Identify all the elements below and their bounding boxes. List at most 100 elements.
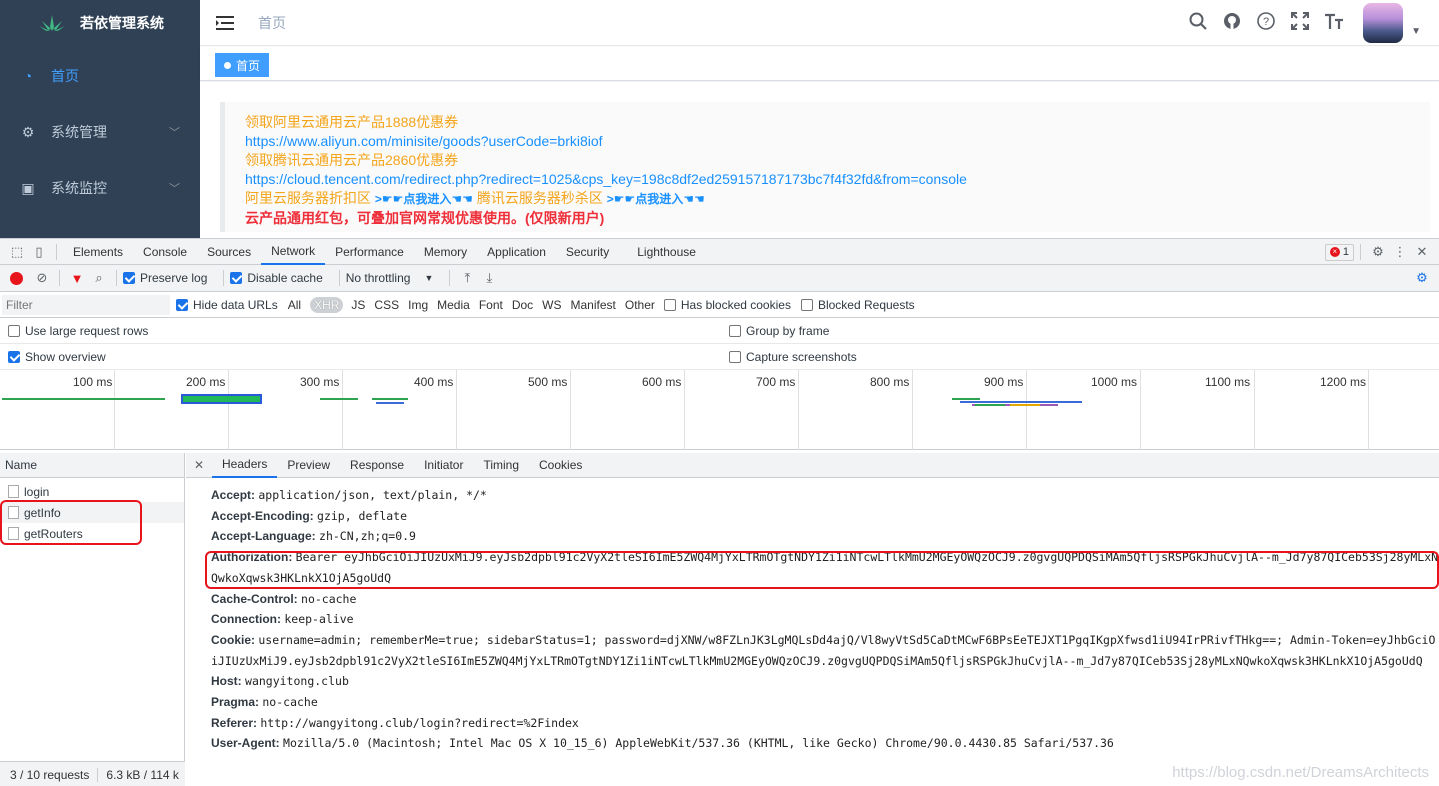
- device-toolbar-icon[interactable]: ▯: [28, 244, 50, 260]
- tab-headers[interactable]: Headers: [212, 453, 278, 478]
- tab-security[interactable]: Security: [556, 239, 619, 265]
- sidebar-item-monitor[interactable]: ▣ 系统监控 ﹀: [0, 160, 200, 216]
- tab-console[interactable]: Console: [133, 239, 197, 265]
- throttling-select[interactable]: No throttling ▼: [346, 271, 434, 285]
- close-icon[interactable]: ✕: [186, 458, 212, 472]
- promo-tencent-link[interactable]: https://cloud.tencent.com/redirect.php?r…: [245, 170, 1430, 189]
- inspect-icon[interactable]: ⬚: [6, 244, 28, 260]
- app-logo[interactable]: 若依管理系统: [0, 0, 200, 46]
- search-icon[interactable]: [1181, 12, 1215, 35]
- filter-xhr[interactable]: XHR: [310, 296, 344, 313]
- filter-media[interactable]: Media: [437, 298, 470, 312]
- timeline-tick-label: 400 ms: [414, 375, 454, 389]
- header-accept-encoding: Accept-Encoding: gzip, deflate: [211, 506, 1439, 527]
- show-overview-checkbox[interactable]: Show overview: [8, 350, 106, 364]
- promo-tencent-text: 领取腾讯云通用云产品2860优惠券: [245, 152, 459, 168]
- settings-gear-icon[interactable]: ⚙: [1367, 244, 1389, 260]
- blocked-requests-checkbox[interactable]: Blocked Requests: [800, 298, 915, 312]
- avatar[interactable]: [1363, 3, 1404, 43]
- caret-down-icon[interactable]: ▼: [1411, 26, 1421, 37]
- fullscreen-icon[interactable]: [1283, 11, 1317, 35]
- tab-application[interactable]: Application: [477, 239, 556, 265]
- divider: [1360, 244, 1361, 260]
- tab-performance[interactable]: Performance: [325, 239, 414, 265]
- header-key: Accept-Language:: [211, 529, 316, 544]
- network-overview-timeline[interactable]: 100 ms 200 ms 300 ms 400 ms 500 ms 600 m…: [0, 370, 1439, 450]
- timeline-bar: [372, 398, 408, 400]
- timeline-tick-label: 200 ms: [186, 375, 226, 389]
- error-badge[interactable]: × 1: [1324, 243, 1354, 261]
- checkbox-icon: [663, 298, 676, 311]
- filter-font[interactable]: Font: [479, 298, 503, 312]
- hide-data-urls-label: Hide data URLs: [193, 297, 278, 312]
- import-icon[interactable]: ⤒: [456, 270, 478, 286]
- tab-elements[interactable]: Elements: [63, 239, 133, 265]
- group-by-frame-checkbox[interactable]: Group by frame: [729, 324, 829, 338]
- tab-response[interactable]: Response: [340, 453, 414, 478]
- options-row-2: Show overview Capture screenshots: [0, 344, 1439, 370]
- filter-manifest[interactable]: Manifest: [571, 298, 616, 312]
- tab-memory[interactable]: Memory: [414, 239, 477, 265]
- header-referer: Referer: http://wangyitong.club/login?re…: [211, 713, 1439, 734]
- name-header-label: Name: [5, 458, 38, 472]
- timeline-tick-label: 1000 ms: [1091, 375, 1138, 389]
- clear-icon[interactable]: ⊘: [31, 270, 53, 286]
- filter-other[interactable]: Other: [625, 298, 655, 312]
- close-icon[interactable]: ✕: [1411, 244, 1433, 260]
- sidebar-item-system[interactable]: ⚙ 系统管理 ﹀: [0, 104, 200, 160]
- grid-line: [798, 370, 799, 450]
- filter-css[interactable]: CSS: [374, 298, 399, 312]
- preserve-log-checkbox[interactable]: Preserve log: [123, 271, 207, 285]
- more-vert-icon[interactable]: ⋮: [1389, 244, 1411, 260]
- checkbox-icon: [230, 272, 243, 284]
- tab-initiator[interactable]: Initiator: [414, 453, 473, 478]
- export-icon[interactable]: ⤓: [478, 270, 500, 286]
- has-blocked-cookies-checkbox[interactable]: Has blocked cookies: [663, 298, 791, 312]
- question-icon[interactable]: ?: [1249, 11, 1283, 35]
- github-icon[interactable]: [1215, 12, 1249, 35]
- search-icon[interactable]: ⌕: [88, 270, 110, 286]
- tab-cookies[interactable]: Cookies: [529, 453, 592, 478]
- filter-doc[interactable]: Doc: [512, 298, 533, 312]
- header-accept: Accept: application/json, text/plain, */…: [211, 485, 1439, 506]
- filter-input[interactable]: [2, 294, 170, 315]
- font-size-icon[interactable]: [1317, 12, 1351, 35]
- tab-lighthouse[interactable]: Lighthouse: [627, 239, 706, 265]
- capture-screenshots-checkbox[interactable]: Capture screenshots: [729, 350, 857, 364]
- disable-cache-checkbox[interactable]: Disable cache: [230, 271, 323, 285]
- tab-preview[interactable]: Preview: [277, 453, 340, 478]
- filter-img[interactable]: Img: [408, 298, 428, 312]
- filter-ws[interactable]: WS: [542, 298, 561, 312]
- promo-aliyun-link[interactable]: https://www.aliyun.com/minisite/goods?us…: [245, 132, 1430, 151]
- header-value: gzip, deflate: [317, 508, 408, 523]
- sidebar: 若依管理系统 ◔ 首页 ⚙ 系统管理 ﹀ ▣ 系统监控 ﹀: [0, 0, 200, 238]
- chevron-down-icon: ﹀: [169, 183, 180, 195]
- timeline-selection[interactable]: [181, 394, 262, 404]
- name-column-header[interactable]: Name: [0, 453, 184, 478]
- record-icon[interactable]: [10, 271, 23, 285]
- filter-js[interactable]: JS: [351, 298, 365, 312]
- timeline-bar: [376, 402, 404, 404]
- request-row-login[interactable]: login: [0, 481, 184, 502]
- promo-server-row: 阿里云服务器折扣区 >☛☛点我进入☚☚ 腾讯云服务器秒杀区 >☛☛点我进入☚☚: [245, 189, 1430, 209]
- tab-timing[interactable]: Timing: [473, 453, 529, 478]
- sidebar-item-home[interactable]: ◔ 首页: [0, 48, 200, 104]
- tab-sources[interactable]: Sources: [197, 239, 261, 265]
- tag-home[interactable]: 首页: [215, 53, 270, 77]
- tencent-server-link[interactable]: >☛☛点我进入☚☚: [607, 192, 705, 206]
- aliyun-server-link[interactable]: >☛☛点我进入☚☚: [375, 192, 473, 206]
- tab-network[interactable]: Network: [261, 239, 326, 265]
- hamburger-icon[interactable]: [216, 15, 234, 31]
- header-key: User-Agent:: [211, 736, 280, 751]
- timeline-tick-label: 800 ms: [870, 375, 910, 389]
- filter-icon[interactable]: ▼: [66, 271, 88, 286]
- navbar-actions: ? ▼: [1181, 0, 1421, 46]
- preserve-log-label: Preserve log: [140, 271, 208, 285]
- timeline-bar: [975, 404, 1005, 406]
- hide-data-urls-checkbox[interactable]: Hide data URLs: [176, 298, 278, 312]
- timeline-tick-label: 300 ms: [300, 375, 340, 389]
- filter-all[interactable]: All: [288, 298, 301, 312]
- sidebar-item-label: 系统监控: [51, 180, 107, 196]
- large-rows-checkbox[interactable]: Use large request rows: [8, 324, 148, 338]
- network-settings-icon[interactable]: ⚙: [1411, 270, 1433, 286]
